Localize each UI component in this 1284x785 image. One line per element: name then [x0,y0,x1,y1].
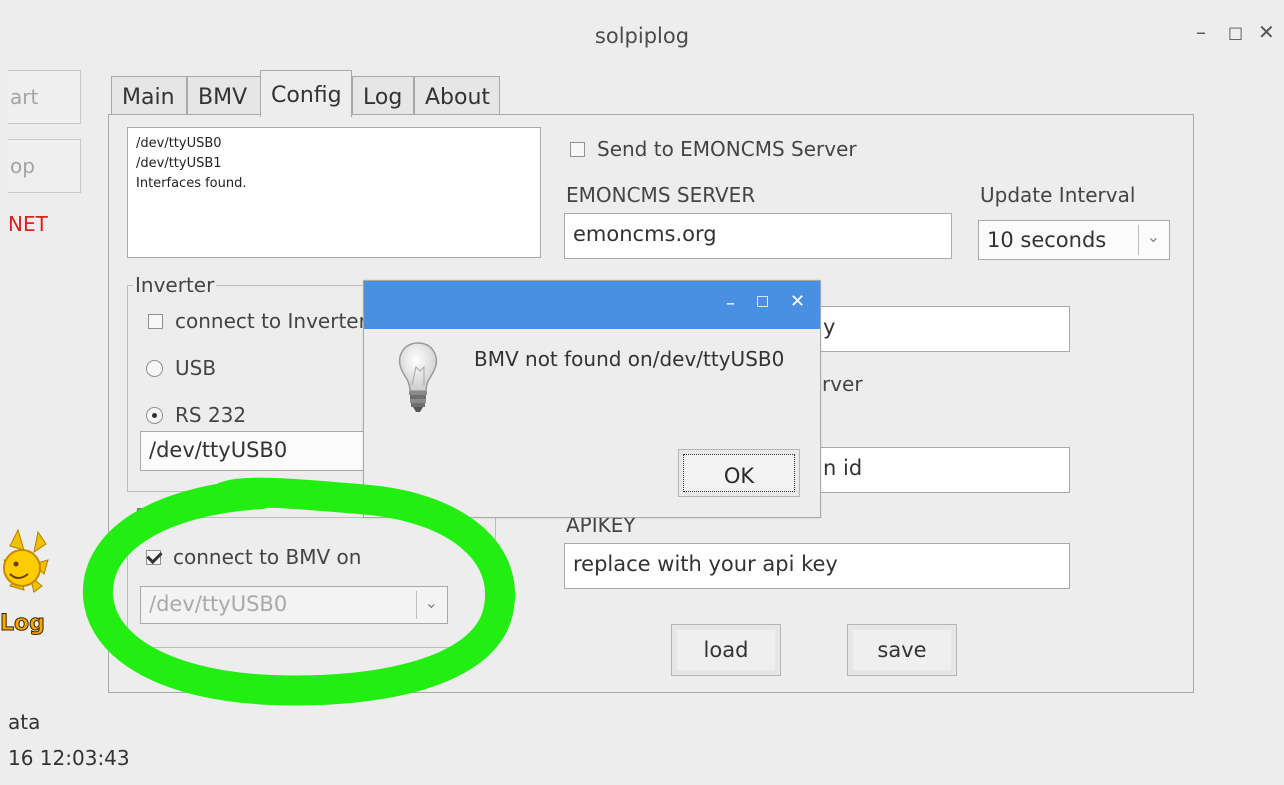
connect-inverter-checkbox[interactable]: connect to Inverter [148,309,367,333]
start-button-label: art [10,85,39,109]
server-label-partial: rver [822,372,863,396]
apikey-input[interactable]: replace with your api key [564,543,1070,589]
inverter-port-select[interactable]: /dev/ttyUSB0 [140,431,400,471]
combo-separator [416,591,417,619]
dialog-titlebar[interactable]: – □ ✕ [364,281,820,329]
emoncms-server-label: EMONCMS SERVER [566,183,756,207]
log-line: /dev/ttyUSB1 [136,156,222,171]
inverter-group-title: Inverter [133,273,217,297]
dialog-message: BMV not found on/dev/ttyUSB0 [474,347,785,371]
emoncms-server-input[interactable]: emoncms.org [564,213,952,259]
connect-inverter-label: connect to Inverter [175,309,367,333]
bmv-group-title: BMV [133,504,182,528]
stop-button[interactable]: op [8,139,81,193]
rs232-radio[interactable]: RS 232 [146,403,246,427]
update-interval-value: 10 seconds [987,228,1107,252]
ok-button-label: OK [683,454,795,492]
message-dialog: – □ ✕ BMV not found on/dev/ttyUSB0 OK [363,280,821,518]
bmv-port-value: /dev/ttyUSB0 [149,592,288,616]
load-button-label: load [677,630,775,670]
tab-config[interactable]: Config [260,70,352,117]
bmv-group [127,517,496,648]
maximize-icon[interactable]: □ [1228,23,1243,42]
chevron-down-icon: ⌄ [1146,227,1160,246]
update-interval-label: Update Interval [980,183,1136,207]
connection-status: NET [8,212,48,236]
logo-text: Log [0,611,45,636]
dialog-close-icon[interactable]: ✕ [790,291,805,312]
window-title: solpiplog [594,24,690,48]
chevron-down-icon: ⌄ [424,593,438,612]
stop-button-label: op [10,154,35,178]
sun-logo-icon: Log [0,528,49,637]
rs232-label: RS 232 [175,403,247,427]
inverter-port-value: /dev/ttyUSB0 [149,438,288,462]
start-button[interactable]: art [8,70,81,124]
send-emoncms-label: Send to EMONCMS Server [597,137,857,161]
save-button-label: save [853,630,951,670]
minimize-icon[interactable]: – [1196,20,1206,44]
connect-bmv-label: connect to BMV on [173,545,362,569]
data-label: ata [8,710,41,734]
checkbox-checked-icon [146,549,161,565]
radio-icon [146,359,163,377]
log-line: /dev/ttyUSB0 [136,136,222,151]
checkbox-icon [570,141,585,157]
dialog-maximize-icon[interactable]: □ [756,293,769,309]
tab-main[interactable]: Main [111,76,187,116]
send-emoncms-checkbox[interactable]: Send to EMONCMS Server [570,137,857,161]
update-interval-select[interactable]: 10 seconds ⌄ [978,220,1170,260]
tab-bmv[interactable]: BMV [187,76,261,116]
emoncms-key-value: y [823,315,836,339]
node-id-value: n id [823,456,863,480]
title-bar: solpiplog – □ ✕ [0,0,1284,72]
interface-log[interactable]: /dev/ttyUSB0 /dev/ttyUSB1 Interfaces fou… [127,127,541,258]
app-window: solpiplog – □ ✕ art op NET Log ata 16 12… [0,0,1284,785]
lightbulb-icon [398,342,438,412]
radio-selected-icon [146,406,163,424]
tab-about[interactable]: About [414,76,500,116]
combo-separator [1138,225,1139,255]
close-icon[interactable]: ✕ [1258,20,1275,44]
tab-log[interactable]: Log [352,76,414,116]
ok-button[interactable]: OK [678,449,800,497]
usb-label: USB [175,356,217,380]
bmv-port-select[interactable]: /dev/ttyUSB0 ⌄ [140,586,448,624]
save-button[interactable]: save [847,624,957,676]
load-button[interactable]: load [671,624,781,676]
usb-radio[interactable]: USB [146,356,216,380]
dialog-minimize-icon[interactable]: – [726,293,735,314]
checkbox-icon [148,313,163,329]
connect-bmv-checkbox[interactable]: connect to BMV on [146,545,361,569]
log-line: Interfaces found. [136,176,247,191]
timestamp-label: 16 12:03:43 [8,746,130,770]
